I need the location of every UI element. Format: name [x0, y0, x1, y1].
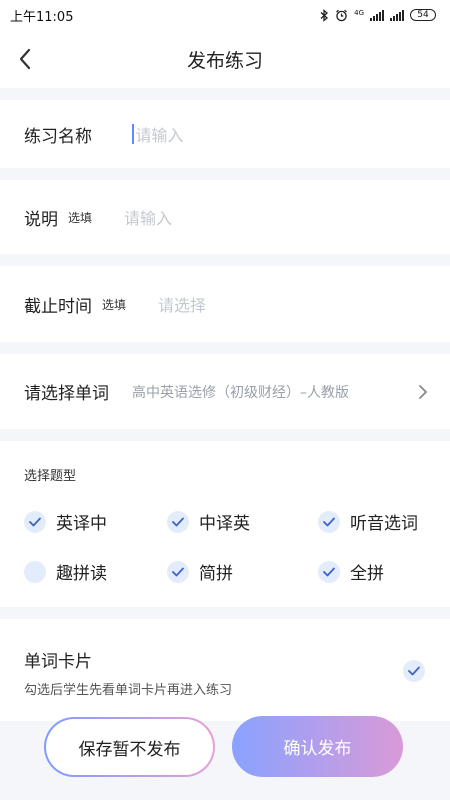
save-draft-label: 保存暂不发布	[46, 719, 213, 775]
practice-name-label: 练习名称	[24, 126, 92, 147]
word-card-checkbox[interactable]	[403, 660, 425, 682]
deadline-row[interactable]: 截止时间 选填 请选择	[0, 266, 450, 342]
word-card-section[interactable]: 单词卡片 勾选后学生先看单词卡片再进入练习	[0, 619, 450, 721]
description-row: 说明 选填 请输入	[0, 180, 450, 254]
deadline-label: 截止时间	[24, 296, 92, 317]
text-cursor	[132, 124, 134, 144]
option-label: 全拼	[350, 564, 384, 584]
status-time: 上午11:05	[10, 9, 74, 25]
page-title: 发布练习	[186, 49, 263, 72]
nav-bar: 发布练习	[0, 30, 450, 88]
status-bar: 上午11:05 4G 54	[0, 0, 450, 30]
word-select-label: 请选择单词	[24, 384, 109, 404]
deadline-optional-hint: 选填	[102, 297, 127, 312]
option-label: 简拼	[199, 564, 233, 584]
signal-icon	[390, 9, 404, 21]
confirm-publish-button[interactable]: 确认发布	[232, 716, 403, 777]
check-icon	[167, 560, 189, 583]
chevron-right-icon	[419, 384, 427, 399]
practice-name-row: 练习名称 请输入	[0, 100, 450, 168]
back-button[interactable]	[10, 44, 40, 74]
word-select-value: 高中英语选修（初级财经）–人教版	[132, 384, 349, 401]
word-select-row[interactable]: 请选择单词 高中英语选修（初级财经）–人教版	[0, 354, 450, 429]
unchecked-circle-icon	[24, 560, 46, 583]
option-fun-phonics[interactable]: 趣拼读	[24, 559, 107, 584]
word-card-title: 单词卡片	[24, 652, 92, 672]
check-icon	[408, 666, 420, 676]
check-icon	[318, 560, 340, 583]
alarm-icon	[336, 9, 348, 21]
status-icons: 4G 54	[320, 9, 436, 22]
check-icon	[24, 510, 46, 533]
option-label: 趣拼读	[56, 564, 107, 584]
bluetooth-icon	[320, 8, 329, 22]
option-full-spelling[interactable]: 全拼	[318, 559, 384, 584]
option-zh-to-en[interactable]: 中译英	[167, 509, 250, 534]
option-listen-choose[interactable]: 听音选词	[318, 509, 418, 534]
practice-name-input[interactable]: 请输入	[136, 122, 184, 146]
check-icon	[318, 510, 340, 533]
option-label: 中译英	[199, 514, 250, 534]
option-label: 听音选词	[350, 514, 418, 534]
option-abbrev-spelling[interactable]: 简拼	[167, 559, 233, 584]
save-draft-button[interactable]: 保存暂不发布	[44, 717, 215, 777]
option-en-to-zh[interactable]: 英译中	[24, 509, 107, 534]
option-label: 英译中	[56, 514, 107, 534]
battery-icon: 54	[410, 9, 436, 21]
description-label: 说明	[24, 209, 58, 230]
question-types-title: 选择题型	[24, 469, 77, 484]
signal-icon	[370, 9, 384, 21]
battery-level: 54	[417, 9, 429, 20]
check-icon	[167, 510, 189, 533]
word-card-description: 勾选后学生先看单词卡片再进入练习	[24, 683, 233, 698]
description-input[interactable]: 请输入	[124, 205, 172, 229]
chevron-left-icon	[19, 48, 31, 70]
network-type: 4G	[354, 8, 364, 17]
description-optional-hint: 选填	[68, 210, 93, 225]
deadline-picker[interactable]: 请选择	[158, 292, 206, 316]
